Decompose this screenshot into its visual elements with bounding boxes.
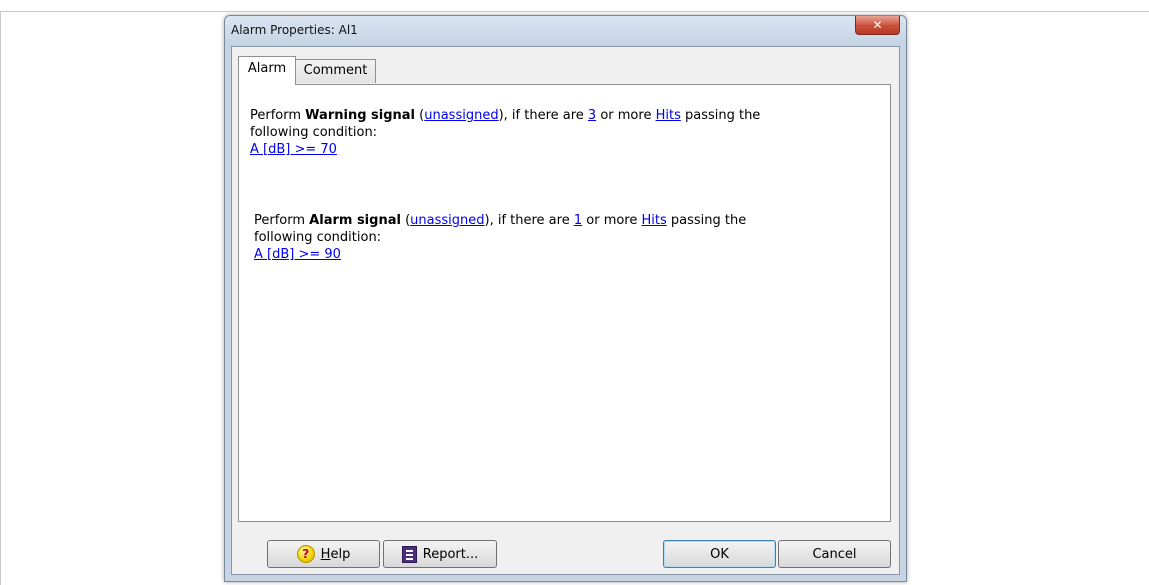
warning-rule-line2: following condition: xyxy=(250,125,378,140)
alarm-tab-panel: Perform Warning signal (unassigned), if … xyxy=(238,84,891,522)
ok-button[interactable]: OK xyxy=(663,540,776,568)
window-title: Alarm Properties: Al1 xyxy=(231,23,358,37)
warning-signal-label: Warning signal xyxy=(305,108,416,123)
text: Perform xyxy=(254,213,310,228)
title-bar[interactable]: Alarm Properties: Al1 ✕ xyxy=(225,16,906,46)
tab-alarm[interactable]: Alarm xyxy=(238,56,296,85)
report-button-label: Report... xyxy=(422,546,479,562)
tab-comment-label: Comment xyxy=(303,63,368,78)
ok-button-label: OK xyxy=(710,546,729,562)
alarm-rule-line2: following condition: xyxy=(254,230,382,245)
alarm-signal-label: Alarm signal xyxy=(309,213,401,228)
alarm-hits-link[interactable]: Hits xyxy=(642,213,667,228)
alarm-assignment-link[interactable]: unassigned xyxy=(410,213,484,228)
help-icon: ? xyxy=(296,545,315,563)
tab-comment[interactable]: Comment xyxy=(295,59,376,83)
alarm-rule: Perform Alarm signal (unassigned), if th… xyxy=(254,212,874,263)
help-button-label: Help xyxy=(320,546,351,562)
text: ( xyxy=(415,108,425,123)
alarm-properties-dialog: Alarm Properties: Al1 ✕ Alarm Comment Pe… xyxy=(224,15,907,582)
warning-condition-link[interactable]: A [dB] >= 70 xyxy=(250,142,337,157)
tab-alarm-label: Alarm xyxy=(247,61,287,76)
frame-left-line xyxy=(0,11,1,585)
text: or more xyxy=(582,213,642,228)
text: or more xyxy=(596,108,656,123)
report-icon xyxy=(401,545,417,563)
report-button[interactable]: Report... xyxy=(383,540,497,568)
cancel-button[interactable]: Cancel xyxy=(778,540,891,568)
warning-count-link[interactable]: 3 xyxy=(588,108,596,123)
text: passing the xyxy=(666,213,747,228)
close-icon: ✕ xyxy=(872,18,883,32)
warning-assignment-link[interactable]: unassigned xyxy=(424,108,498,123)
alarm-condition-link[interactable]: A [dB] >= 90 xyxy=(254,247,341,262)
cancel-button-label: Cancel xyxy=(812,546,857,562)
help-button[interactable]: ? Help xyxy=(267,540,380,568)
text: ), if there are xyxy=(484,213,574,228)
text: Perform xyxy=(250,108,306,123)
alarm-count-link[interactable]: 1 xyxy=(574,213,582,228)
close-button[interactable]: ✕ xyxy=(855,16,900,35)
text: ), if there are xyxy=(498,108,588,123)
warning-rule: Perform Warning signal (unassigned), if … xyxy=(250,107,870,158)
warning-hits-link[interactable]: Hits xyxy=(656,108,681,123)
frame-top-line xyxy=(0,11,1149,12)
text: passing the xyxy=(680,108,761,123)
warning-rule-line1: Perform Warning signal (unassigned), if … xyxy=(250,107,870,124)
text: ( xyxy=(400,213,411,228)
dialog-client-area: Alarm Comment Perform Warning signal (un… xyxy=(231,46,900,575)
alarm-rule-line1: Perform Alarm signal (unassigned), if th… xyxy=(254,212,874,229)
